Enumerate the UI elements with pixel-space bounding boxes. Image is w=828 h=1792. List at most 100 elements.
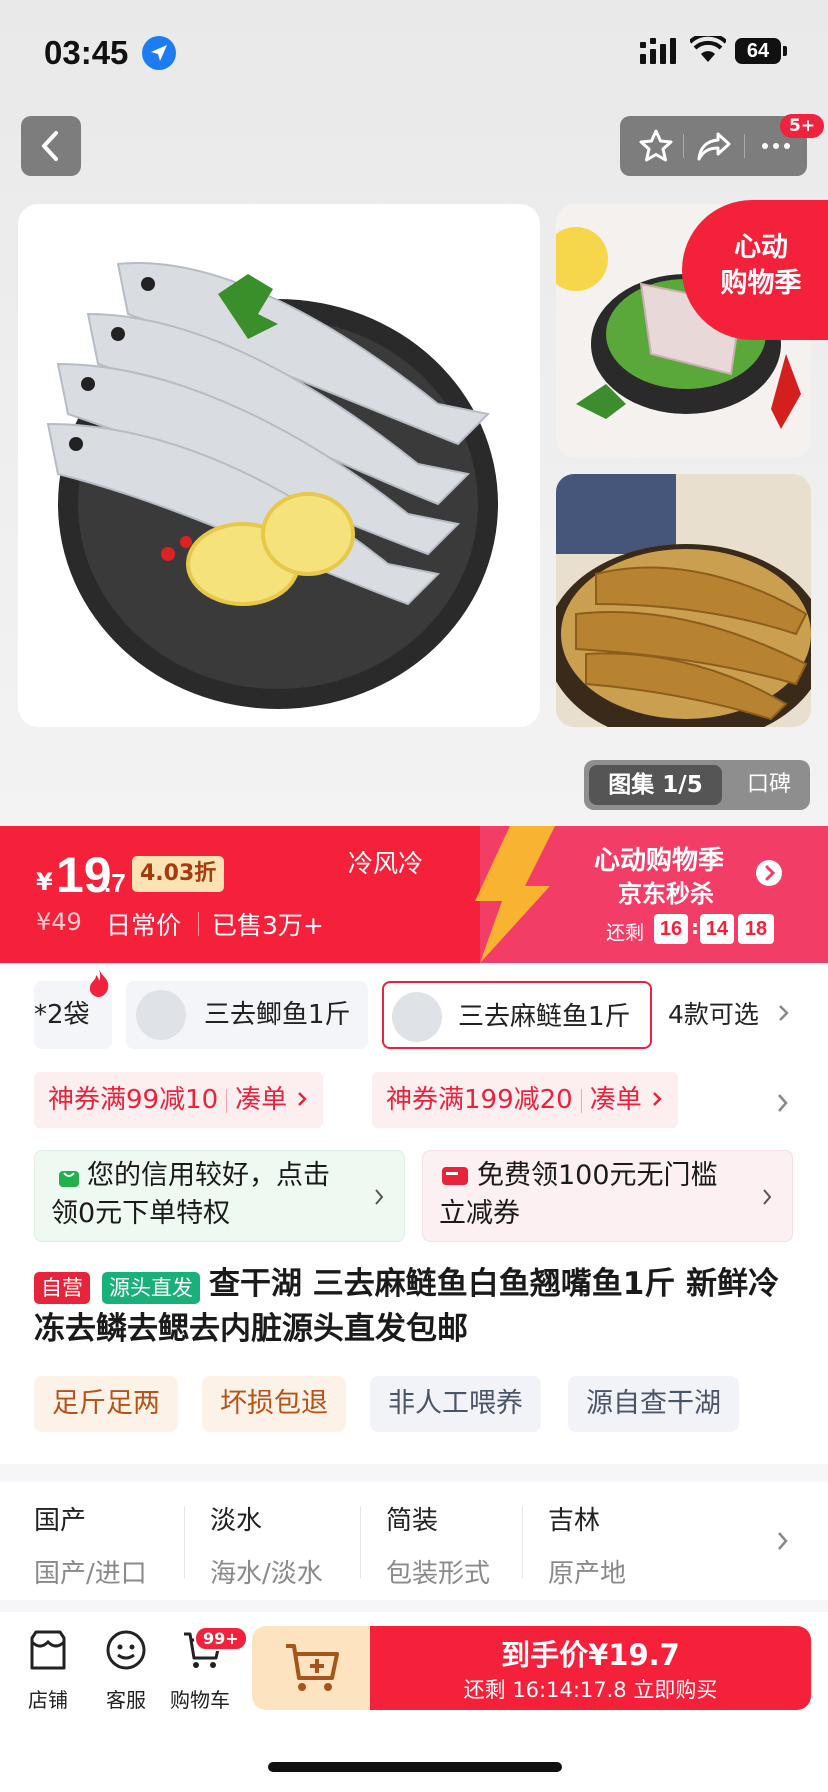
attribute-origin-type[interactable]: 国产 国产/进口: [34, 1500, 147, 1590]
chevron-right-icon: [778, 1005, 789, 1021]
back-button[interactable]: [21, 116, 81, 176]
main-product-image[interactable]: [18, 204, 540, 727]
coupon-1[interactable]: 神券满99减10 凑单: [34, 1072, 324, 1128]
variant-thumbnail: [136, 990, 186, 1040]
attribute-water-type[interactable]: 淡水 海水/淡水: [210, 1500, 323, 1590]
fish-plate-image: [46, 262, 498, 709]
buy-price: 到手价¥19.7: [501, 1638, 680, 1672]
store-icon: [30, 1630, 66, 1670]
section-divider: [0, 1464, 828, 1482]
event-title: 心动购物季: [594, 846, 725, 876]
divider: [360, 1506, 361, 1578]
countdown-hours: 16: [654, 914, 688, 944]
tab-album[interactable]: 图集 1/5: [589, 765, 722, 805]
attribute-value: 简装: [386, 1506, 439, 1536]
fire-icon: [89, 969, 109, 997]
countdown-colon: :: [691, 915, 699, 939]
battery-indicator: 64: [735, 38, 781, 64]
countdown-label: 还剩: [606, 922, 645, 944]
countdown-minutes: 14: [700, 914, 734, 944]
battery-tip: [783, 46, 787, 56]
divider: [522, 1506, 523, 1578]
perk-line-1: 免费领100元无门槛: [477, 1160, 718, 1191]
discount-badge: 4.03折: [132, 856, 225, 892]
thumbnail-2[interactable]: [556, 474, 811, 727]
buy-countdown: 还剩 16:14:17.8 立即购买: [463, 1678, 718, 1702]
attribute-key: 国产/进口: [34, 1559, 147, 1589]
perk-line-1: 您的信用较好，点击: [87, 1160, 330, 1191]
promo-line-2: 购物季: [720, 268, 802, 299]
feature-tag: 坏损包退: [202, 1376, 346, 1432]
home-indicator[interactable]: [268, 1762, 562, 1772]
sold-count: 已售3万+: [212, 911, 324, 940]
coupon-action: 凑单: [589, 1085, 642, 1115]
attribute-key: 包装形式: [386, 1559, 491, 1589]
feature-tag: 源自查干湖: [568, 1376, 739, 1432]
card-icon: [442, 1167, 468, 1185]
share-icon[interactable]: [696, 128, 732, 164]
variant-label: 三去麻鲢鱼1斤: [458, 1002, 631, 1032]
divider: [226, 1088, 228, 1113]
shopping-bag-icon: [59, 1171, 79, 1187]
coupon-text: 神券满199减20: [386, 1085, 573, 1115]
divider: [580, 1088, 582, 1113]
attribute-origin-place[interactable]: 吉林 原产地: [548, 1500, 626, 1590]
price-currency: ¥: [36, 868, 53, 896]
chevron-right-icon: [375, 1189, 384, 1205]
service-label: 客服: [106, 1688, 146, 1712]
coupons-more-chevron-icon[interactable]: [774, 1092, 792, 1114]
event-arrow-icon[interactable]: [756, 860, 782, 886]
attribute-key: 海水/淡水: [210, 1559, 323, 1589]
coupon-text: 神券满99减10: [48, 1085, 219, 1115]
chevron-left-icon: [42, 131, 58, 161]
store-label: 店铺: [28, 1688, 68, 1712]
section-divider: [0, 1600, 828, 1612]
price-decimal: .7: [104, 868, 126, 898]
divider: [683, 134, 684, 158]
cart-label: 购物车: [170, 1688, 230, 1712]
buy-now-button[interactable]: 到手价¥19.7 还剩 16:14:17.8 立即购买: [370, 1626, 811, 1710]
feature-tag: 足斤足两: [34, 1376, 178, 1432]
attribute-value: 吉林: [548, 1506, 601, 1536]
product-title: 查干湖 三去麻鲢鱼白鱼翘嘴鱼1斤 新鲜冷冻去鳞去鳃去内脏源头直发包邮: [34, 1266, 780, 1347]
original-price-label: 日常价: [106, 911, 182, 940]
credit-perk-card[interactable]: 您的信用较好，点击 领0元下单特权: [34, 1150, 405, 1242]
variant-option[interactable]: 三去鲫鱼1斤: [126, 981, 368, 1049]
wifi-icon: [690, 36, 726, 62]
more-variants-label: 4款可选: [668, 1000, 759, 1029]
attribute-key: 原产地: [548, 1559, 627, 1589]
price-banner: ¥ 19 .7 4.03折 ¥49 日常价 已售3万+ 冷风冷 心动购物季 京东…: [0, 826, 828, 963]
promo-line-1: 心动: [734, 232, 788, 263]
event-subtitle: 京东秒杀: [618, 880, 714, 908]
coupon-perk-card[interactable]: 免费领100元无门槛 立减券: [422, 1150, 793, 1242]
attributes-chevron-icon[interactable]: [774, 1530, 792, 1552]
store-button[interactable]: [18, 1628, 78, 1676]
service-button[interactable]: [96, 1628, 156, 1676]
divider: [744, 134, 745, 158]
attribute-packaging[interactable]: 简装 包装形式: [386, 1500, 490, 1590]
attribute-value: 国产: [34, 1506, 87, 1536]
variant-label: *2袋: [34, 1000, 90, 1030]
divider: [198, 912, 199, 936]
fried-fish-image: [556, 474, 811, 727]
variant-option-selected[interactable]: 三去麻鲢鱼1斤: [382, 981, 652, 1049]
perk-line-2: 立减券: [439, 1198, 520, 1229]
customer-service-icon: [106, 1630, 146, 1670]
chevron-right-icon: [298, 1092, 308, 1106]
perk-line-2: 领0元下单特权: [51, 1198, 231, 1229]
coupon-action: 凑单: [235, 1085, 288, 1115]
location-arrow-icon: [142, 36, 176, 70]
coupon-2[interactable]: 神券满199减20 凑单: [372, 1072, 678, 1128]
original-price: ¥49: [36, 908, 82, 936]
variant-label: 三去鲫鱼1斤: [204, 1000, 351, 1030]
tab-reviews[interactable]: 口碑: [734, 765, 804, 805]
product-gallery[interactable]: 5+ 心动 购物季 图集 1/5 口碑: [0, 0, 828, 826]
chevron-right-icon: [763, 1189, 772, 1205]
chevron-right-icon: [653, 1092, 662, 1106]
status-bar: 03:45 64: [0, 0, 828, 100]
star-favorite-icon[interactable]: [638, 128, 674, 164]
add-to-cart-button[interactable]: [252, 1626, 372, 1710]
status-time: 03:45: [44, 34, 129, 71]
variant-selector: *2袋 三去鲫鱼1斤 三去麻鲢鱼1斤 4款可选: [0, 963, 828, 1063]
more-variants-link[interactable]: 4款可选: [668, 981, 793, 1049]
